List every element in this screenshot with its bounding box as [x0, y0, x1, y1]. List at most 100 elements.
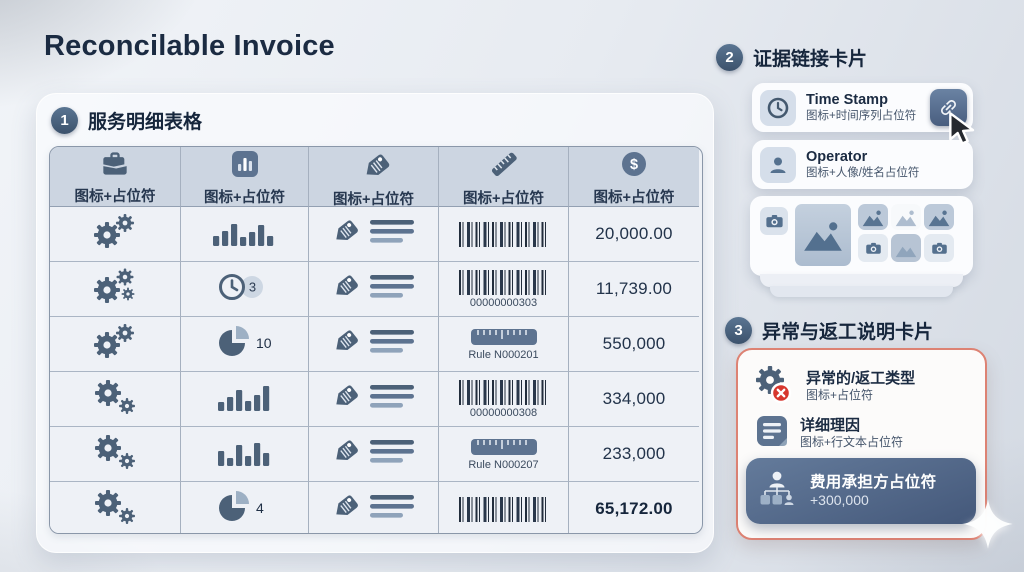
cost-bearer-value: +300,000 — [810, 492, 869, 508]
column-header-label: 图标+占位符 — [333, 191, 414, 208]
evidence-gallery-card[interactable] — [750, 196, 973, 276]
section3-header: 3 异常与返工说明卡片 — [725, 317, 933, 344]
table-row: 00000000308 334,000 — [50, 372, 702, 427]
quantity-cell: 10 — [181, 317, 309, 372]
section1-title: 服务明细表格 — [88, 112, 203, 133]
service-table: 图标+占位符 图标+占位符 图标+占位符 图标+占位符 $ 图标+占位符 20,000.… — [49, 146, 703, 534]
code-cell — [439, 207, 569, 262]
camera-icon[interactable] — [858, 234, 888, 262]
link-button[interactable] — [930, 89, 967, 126]
cost-bearer-pill[interactable]: 费用承担方占位符 +300,000 — [746, 458, 976, 524]
amount-value: 65,172.00 — [595, 499, 673, 518]
barcode — [458, 379, 549, 405]
exception-type-item: 异常的/返工类型 图标+占位符 — [750, 362, 915, 411]
image-icon[interactable] — [891, 204, 921, 230]
column-header: 图标+占位符 — [309, 147, 439, 208]
detail-reason-title: 详细理因 — [800, 417, 861, 434]
bar-chart-icon — [217, 437, 272, 472]
section1-badge: 1 — [51, 107, 78, 134]
operator-subtitle: 图标+人像/姓名占位符 — [806, 167, 920, 179]
image-icon[interactable] — [858, 204, 888, 230]
amount-value: 550,000 — [602, 334, 666, 353]
page-title: Reconcilable Invoice — [44, 30, 335, 62]
gears-icon — [87, 376, 143, 423]
column-header: 图标+占位符 — [50, 147, 181, 207]
time-stamp-subtitle: 图标+时间序列占位符 — [806, 110, 917, 122]
service-table-header-row: 图标+占位符 图标+占位符 图标+占位符 图标+占位符 $ 图标+占位符 — [50, 147, 702, 208]
column-header: 图标+占位符 — [439, 147, 569, 207]
tag-lines-icon — [328, 434, 420, 475]
tag-cell — [309, 207, 439, 262]
camera-icon[interactable] — [924, 234, 954, 262]
barcode-label: 00000000303 — [469, 296, 538, 309]
quantity-cell — [181, 207, 309, 262]
tag-lines-icon — [328, 379, 420, 420]
service-table-panel: 1 服务明细表格 图标+占位符 图标+占位符 图标+占位符 图标+占位符 $ 图标+占位… — [36, 93, 714, 553]
amount-value: 334,000 — [602, 389, 666, 408]
tools-cell — [50, 427, 181, 482]
barcode-label: 00000000308 — [469, 406, 538, 419]
clock-icon — [760, 89, 796, 126]
amount-value: 20,000.00 — [595, 224, 673, 243]
exception-type-title: 异常的/返工类型 — [806, 370, 916, 387]
quantity-cell — [181, 372, 309, 427]
dollar-icon: $ — [621, 151, 647, 182]
gears-icon — [87, 266, 143, 313]
section2-badge: 2 — [716, 44, 743, 71]
tag-lines-icon — [328, 214, 420, 255]
image-icon[interactable] — [924, 204, 954, 230]
tag-lines-icon — [328, 489, 420, 530]
section3-title: 异常与返工说明卡片 — [762, 322, 934, 343]
table-row: Rule N000207 233,000 — [50, 427, 702, 482]
section2-header: 2 证据链接卡片 — [716, 44, 867, 71]
bar-chart-icon — [213, 217, 276, 252]
amount-value: 11,739.00 — [595, 279, 673, 298]
barcode — [458, 269, 549, 295]
column-header: $ 图标+占位符 — [569, 147, 699, 207]
gear-error-icon — [750, 362, 796, 411]
operator-card[interactable]: Operator 图标+人像/姓名占位符 — [752, 140, 973, 189]
person-icon — [760, 146, 796, 183]
exception-type-subtitle: 图标+占位符 — [806, 388, 874, 402]
note-icon — [754, 413, 790, 454]
exception-card[interactable]: 异常的/返工类型 图标+占位符 详细理因 图标+行文本占位符 费用承担方占位符 … — [736, 348, 987, 540]
barcode — [458, 221, 549, 247]
quantity-cell — [181, 427, 309, 482]
gears-icon — [87, 486, 143, 533]
rule-label: Rule N000207 — [468, 459, 539, 471]
column-header-label: 图标+占位符 — [593, 189, 675, 206]
amount-cell: 65,172.00 — [569, 482, 699, 533]
table-row: 4 65,172.00 — [50, 482, 702, 533]
image-icon[interactable] — [795, 204, 851, 266]
tag-lines-icon — [328, 324, 420, 365]
gears-icon — [87, 211, 143, 258]
amount-cell: 233,000 — [569, 427, 699, 482]
tag-cell — [309, 262, 439, 317]
tools-cell — [50, 317, 181, 372]
svg-text:4: 4 — [256, 500, 264, 516]
camera-icon[interactable] — [760, 207, 788, 235]
code-cell: Rule N000207 — [439, 427, 569, 482]
ruler-icon — [490, 150, 518, 183]
svg-text:3: 3 — [248, 279, 255, 294]
time-stamp-card[interactable]: Time Stamp 图标+时间序列占位符 — [752, 83, 973, 132]
svg-text:$: $ — [630, 157, 638, 173]
quantity-cell: 4 — [181, 482, 309, 533]
operator-title: Operator — [806, 149, 868, 165]
briefcase-icon — [101, 151, 129, 181]
time-stamp-title: Time Stamp — [806, 92, 888, 108]
code-cell: 00000000308 — [439, 372, 569, 427]
canvas: Reconcilable Invoice 1 服务明细表格 图标+占位符图标+占… — [0, 0, 1024, 572]
gears-icon — [87, 431, 143, 478]
svg-text:10: 10 — [256, 335, 272, 351]
image-icon[interactable] — [891, 234, 921, 262]
pie-count-icon: 4 — [214, 489, 276, 530]
table-row: 10 Rule N000201 550,000 — [50, 317, 702, 372]
column-header-label: 图标+占位符 — [463, 190, 544, 207]
detail-reason-item: 详细理因 图标+行文本占位符 — [754, 413, 903, 454]
tag-icon — [358, 149, 390, 184]
amount-cell: 20,000.00 — [569, 207, 699, 262]
quantity-cell: 3 — [181, 262, 309, 317]
clock-count-icon: 3 — [215, 270, 275, 309]
amount-cell: 550,000 — [569, 317, 699, 372]
